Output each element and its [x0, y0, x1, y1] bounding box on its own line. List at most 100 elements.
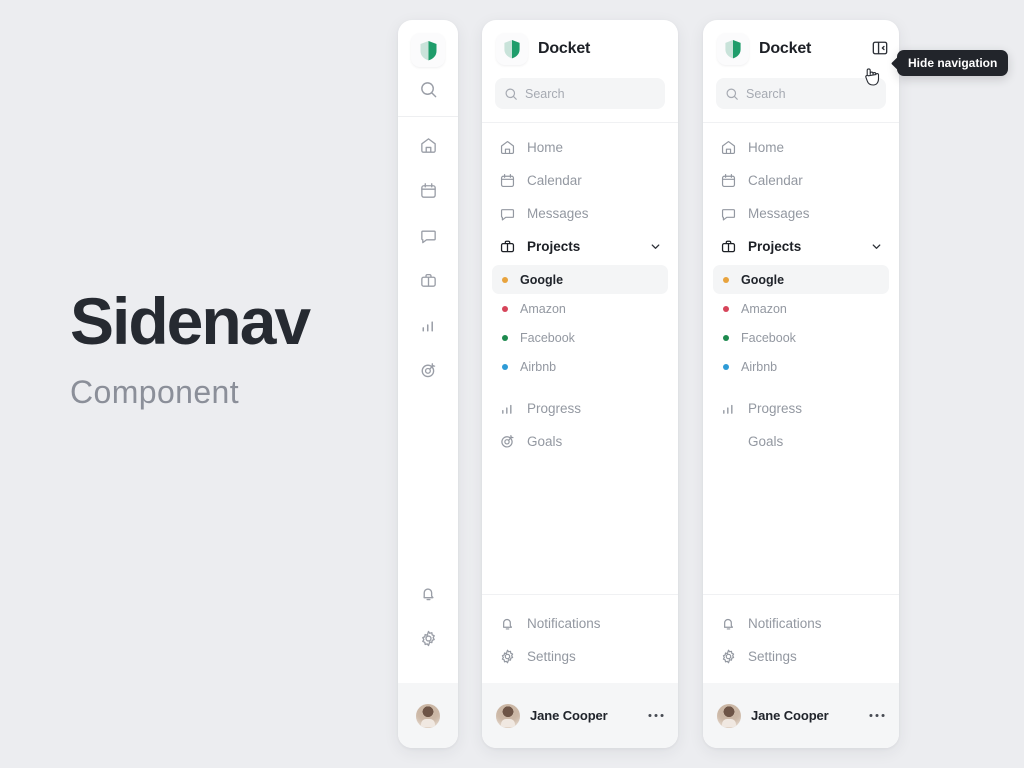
brand: Docket — [482, 20, 678, 74]
message-icon — [420, 230, 436, 244]
nav-item-home[interactable]: Home — [492, 131, 668, 164]
project-item-facebook[interactable]: Facebook — [492, 323, 668, 352]
shield-icon — [725, 40, 741, 59]
more-horizontal-icon[interactable] — [869, 713, 885, 718]
more-horizontal-icon[interactable] — [648, 713, 664, 718]
rail-divider — [398, 116, 458, 117]
nav-item-label: Calendar — [527, 173, 582, 188]
rail-item-notifications[interactable] — [398, 571, 458, 616]
nav-bottom: Notifications Settings — [482, 595, 678, 683]
nav-item-progress[interactable]: Progress — [492, 392, 668, 425]
bar-chart-icon — [422, 321, 433, 332]
nav-item-messages[interactable]: Messages — [713, 197, 889, 230]
rail-item-search[interactable] — [398, 67, 458, 112]
message-icon — [719, 205, 737, 223]
chevron-down-icon[interactable] — [649, 240, 662, 253]
nav-primary: Home Calendar Messages Projects — [703, 123, 899, 263]
calendar-icon — [498, 172, 516, 190]
project-label: Facebook — [741, 330, 796, 345]
avatar — [416, 703, 440, 728]
nav-item-projects[interactable]: Projects — [492, 230, 668, 263]
user-footer[interactable]: Jane Cooper — [482, 683, 678, 748]
chevron-down-icon[interactable] — [870, 240, 883, 253]
collapse-sidebar-icon[interactable] — [870, 38, 890, 58]
calendar-icon — [420, 183, 436, 198]
projects-sublist: Google Amazon Facebook Airbnb — [703, 263, 899, 381]
brand-logo[interactable] — [717, 33, 749, 65]
briefcase-icon — [498, 238, 516, 256]
rail-item-home[interactable] — [398, 123, 458, 168]
project-dot — [502, 276, 508, 283]
project-label: Google — [741, 272, 785, 287]
nav-item-settings[interactable]: Settings — [492, 640, 668, 673]
nav-gap — [482, 381, 678, 392]
project-dot — [502, 305, 508, 312]
nav-item-goals[interactable]: Goals — [492, 425, 668, 458]
home-icon — [420, 138, 436, 153]
nav-item-home[interactable]: Home — [713, 131, 889, 164]
bar-chart-icon — [498, 400, 516, 418]
briefcase-icon — [719, 238, 737, 256]
project-label: Airbnb — [520, 359, 557, 374]
project-label: Amazon — [520, 301, 566, 316]
project-item-google[interactable]: Google — [713, 265, 889, 294]
rail-item-projects[interactable] — [398, 258, 458, 303]
brand-logo[interactable] — [496, 33, 528, 65]
gear-icon — [498, 648, 516, 666]
brand-name: Docket — [759, 40, 812, 57]
search-input[interactable]: Search — [746, 87, 786, 101]
project-label: Amazon — [741, 301, 787, 316]
project-item-amazon[interactable]: Amazon — [713, 294, 889, 323]
nav-item-label: Calendar — [748, 173, 803, 188]
nav-item-label: Home — [748, 140, 785, 155]
user-name: Jane Cooper — [530, 708, 608, 723]
nav-bottom: Notifications Settings — [703, 595, 899, 683]
search-box[interactable]: Search — [716, 78, 886, 109]
project-item-airbnb[interactable]: Airbnb — [713, 352, 889, 381]
gear-icon — [719, 648, 737, 666]
rail-item-goals[interactable] — [398, 348, 458, 393]
project-item-airbnb[interactable]: Airbnb — [492, 352, 668, 381]
briefcase-icon — [420, 273, 436, 287]
search-input[interactable]: Search — [525, 87, 565, 101]
nav-item-label: Progress — [748, 401, 803, 416]
nav-item-calendar[interactable]: Calendar — [492, 164, 668, 197]
rail-user-footer[interactable] — [398, 683, 458, 748]
message-icon — [498, 205, 516, 223]
nav-item-label: Home — [527, 140, 564, 155]
calendar-icon — [719, 172, 737, 190]
rail-item-calendar[interactable] — [398, 168, 458, 213]
nav-item-label: Projects — [748, 239, 802, 254]
icon-rail-panel — [398, 20, 458, 748]
bell-icon — [422, 588, 434, 601]
rail-item-progress[interactable] — [398, 303, 458, 348]
project-item-google[interactable]: Google — [492, 265, 668, 294]
nav-item-settings[interactable]: Settings — [713, 640, 889, 673]
nav-item-label: Projects — [527, 239, 581, 254]
rail-logo[interactable] — [411, 33, 445, 67]
nav-item-notifications[interactable]: Notifications — [492, 607, 668, 640]
project-dot — [502, 334, 508, 341]
user-name: Jane Cooper — [751, 708, 829, 723]
bar-chart-icon — [719, 400, 737, 418]
nav-item-notifications[interactable]: Notifications — [713, 607, 889, 640]
nav-item-calendar[interactable]: Calendar — [713, 164, 889, 197]
nav-item-goals[interactable]: Goals — [713, 425, 889, 458]
rail-item-messages[interactable] — [398, 213, 458, 258]
nav-item-projects[interactable]: Projects — [713, 230, 889, 263]
sidenav-panel: Docket Search Home Calendar Messages Pro… — [482, 20, 678, 748]
nav-item-label: Messages — [748, 206, 810, 221]
project-dot — [723, 334, 729, 341]
brand-name: Docket — [538, 40, 591, 57]
search-box[interactable]: Search — [495, 78, 665, 109]
nav-secondary: Progress Goals — [482, 392, 678, 458]
nav-secondary: Progress Goals — [703, 392, 899, 458]
project-item-amazon[interactable]: Amazon — [492, 294, 668, 323]
project-item-facebook[interactable]: Facebook — [713, 323, 889, 352]
rail-item-settings[interactable] — [398, 616, 458, 661]
nav-item-messages[interactable]: Messages — [492, 197, 668, 230]
nav-item-label: Progress — [527, 401, 582, 416]
nav-item-progress[interactable]: Progress — [713, 392, 889, 425]
user-footer[interactable]: Jane Cooper — [703, 683, 899, 748]
